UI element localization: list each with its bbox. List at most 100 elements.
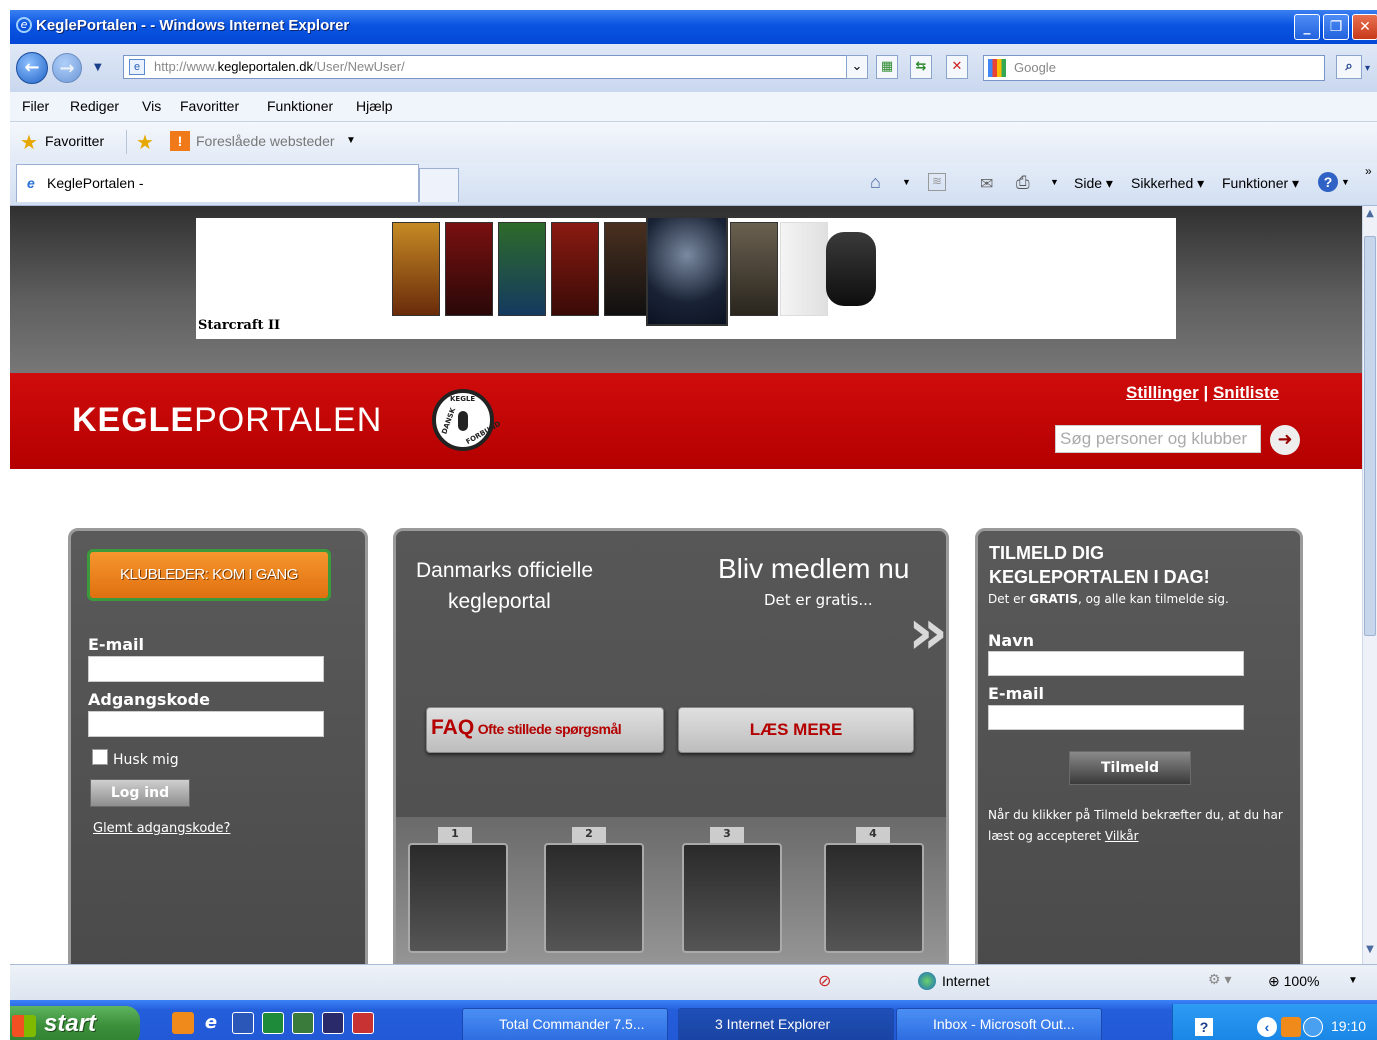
back-button[interactable]: ← — [16, 52, 48, 84]
help-dropdown-icon[interactable]: ▼ — [1341, 177, 1350, 187]
site-search-input[interactable]: Søg personer og klubber — [1055, 425, 1261, 453]
controller-image — [826, 232, 876, 306]
excel-quicklaunch-icon[interactable] — [262, 1012, 284, 1034]
tab-title: KeglePortalen - — [47, 175, 144, 191]
task-internet-explorer[interactable]: 3 Internet Explorer — [678, 1008, 894, 1040]
mail-icon[interactable]: ✉ — [980, 174, 993, 194]
menu-vis[interactable]: Vis — [142, 98, 161, 114]
close-button[interactable]: ✕ — [1352, 14, 1377, 40]
remember-checkbox[interactable] — [92, 749, 108, 765]
tilmeld-button[interactable]: Tilmeld — [1069, 751, 1191, 785]
game-cover[interactable] — [730, 222, 778, 316]
read-more-button[interactable]: LÆS MERE — [678, 707, 914, 753]
new-tab-button[interactable] — [419, 168, 459, 202]
restore-button[interactable]: ❐ — [1323, 14, 1349, 40]
task-total-commander[interactable]: Total Commander 7.5... — [462, 1008, 668, 1040]
ie-quicklaunch-icon[interactable]: e — [200, 1012, 222, 1034]
menu-filer[interactable]: Filer — [22, 98, 49, 114]
search-engine-input[interactable]: Google — [983, 55, 1325, 81]
task-outlook-inbox[interactable]: Inbox - Microsoft Out... — [896, 1008, 1102, 1040]
name-label: Navn — [988, 631, 1035, 650]
klubleder-button[interactable]: KLUBLEDER: KOM I GANG — [87, 549, 331, 601]
lane-scoreboard — [682, 843, 782, 953]
status-bar: ⊘ Internet ⚙ ▾ ⊕ 100% ▼ — [10, 964, 1377, 1000]
game-cover[interactable] — [604, 222, 652, 316]
network-tray-icon[interactable] — [1303, 1017, 1323, 1037]
chevron-down-icon[interactable]: ▼ — [346, 135, 356, 146]
forward-button[interactable]: → — [52, 53, 82, 83]
home-dropdown-icon[interactable]: ▼ — [902, 177, 911, 187]
outlook-quicklaunch-icon[interactable] — [172, 1012, 194, 1034]
feeds-icon[interactable]: ≋ — [928, 173, 946, 191]
game-cover[interactable] — [498, 222, 546, 316]
command-side[interactable]: Side ▾ — [1074, 175, 1113, 192]
scroll-down-icon[interactable]: ▼ — [1364, 944, 1376, 960]
scroll-thumb[interactable] — [1364, 236, 1376, 636]
game-cover[interactable] — [392, 222, 440, 316]
search-icon[interactable]: ⌕ — [1336, 55, 1362, 79]
address-dropdown-icon[interactable]: ⌄ — [846, 55, 868, 79]
menu-hjaelp[interactable]: Hjælp — [356, 98, 393, 114]
add-favorite-icon[interactable]: ★ — [136, 130, 154, 155]
print-icon[interactable]: ⎙ — [1016, 173, 1030, 193]
privacy-icon[interactable]: ⊘ — [818, 971, 831, 991]
faq-button[interactable]: FAQ Ofte stillede spørgsmål — [426, 707, 664, 753]
menu-rediger[interactable]: Rediger — [70, 98, 119, 114]
refresh-icon[interactable]: ⇆ — [910, 55, 932, 79]
print-dropdown-icon[interactable]: ▼ — [1050, 177, 1059, 187]
lane-number: 4 — [856, 827, 890, 843]
signup-name-field[interactable] — [988, 651, 1244, 676]
suggested-sites-icon: ! — [170, 131, 190, 151]
more-commands-icon[interactable]: » — [1365, 164, 1372, 178]
header-links: Stillinger | Snitliste — [1126, 383, 1279, 403]
signup-email-field[interactable] — [988, 705, 1244, 730]
save-quicklaunch-icon[interactable] — [322, 1012, 344, 1034]
minimize-button[interactable]: _ — [1294, 14, 1320, 40]
tab-kegleportalen[interactable]: e KeglePortalen - — [16, 164, 419, 202]
join-title: Bliv medlem nu — [718, 553, 910, 584]
command-funktioner[interactable]: Funktioner ▾ — [1222, 175, 1299, 192]
search-go-icon[interactable]: ➜ — [1270, 425, 1300, 455]
protected-mode-icon[interactable]: ⚙ ▾ — [1208, 971, 1231, 988]
forgot-password-link[interactable]: Glemt adgangskode? — [93, 821, 230, 836]
zoom-dropdown-icon[interactable]: ▼ — [1348, 975, 1358, 986]
stillinger-link[interactable]: Stillinger — [1126, 383, 1199, 402]
history-dropdown-icon[interactable]: ▼ — [94, 62, 102, 73]
help-icon[interactable]: ? — [1318, 172, 1338, 192]
terms-link[interactable]: Vilkår — [1105, 829, 1139, 843]
zoom-control[interactable]: ⊕ 100% — [1268, 973, 1319, 990]
login-password-field[interactable] — [88, 711, 324, 737]
snitliste-link[interactable]: Snitliste — [1213, 383, 1279, 402]
command-sikkerhed[interactable]: Sikkerhed ▾ — [1131, 175, 1204, 192]
games-ad[interactable]: Starcraft II — [196, 216, 1176, 339]
favorites-button[interactable]: Favoritter — [45, 133, 104, 149]
scroll-up-icon[interactable]: ▲ — [1364, 208, 1376, 224]
expand-tray-icon[interactable]: ‹ — [1257, 1017, 1277, 1037]
compatibility-icon[interactable]: ▦ — [876, 55, 898, 79]
site-logo[interactable]: KEGLEPORTALEN — [72, 401, 382, 440]
menu-favoritter[interactable]: Favoritter — [180, 98, 239, 114]
outlook-tray-icon[interactable] — [1281, 1017, 1301, 1037]
suggested-sites-link[interactable]: Foreslåede websteder — [196, 133, 335, 149]
address-input[interactable]: e http://www.kegleportalen.dk/User/NewUs… — [123, 55, 868, 79]
vertical-scrollbar[interactable]: ▲ ▼ — [1362, 206, 1377, 964]
login-email-field[interactable] — [88, 656, 324, 682]
search-options-icon[interactable]: ▾ — [1365, 63, 1370, 74]
clock[interactable]: 19:10 — [1331, 1018, 1366, 1034]
menu-funktioner[interactable]: Funktioner — [267, 98, 333, 114]
stop-icon[interactable]: ✕ — [946, 55, 968, 79]
menu-bar: Filer Rediger Vis Favoritter Funktioner … — [10, 92, 1377, 122]
game-cover[interactable] — [445, 222, 493, 316]
home-icon[interactable]: ⌂ — [870, 172, 881, 193]
double-chevron-icon[interactable]: » — [908, 601, 948, 663]
game-cover[interactable] — [551, 222, 599, 316]
console-image[interactable] — [780, 222, 828, 316]
help-tray-icon[interactable]: ? — [1195, 1018, 1213, 1036]
word-quicklaunch-icon[interactable] — [232, 1012, 254, 1034]
start-button[interactable]: start — [10, 1006, 140, 1040]
login-button[interactable]: Log ind — [90, 779, 190, 807]
zone-label: Internet — [942, 973, 990, 989]
app-quicklaunch-icon[interactable] — [352, 1012, 374, 1034]
publisher-quicklaunch-icon[interactable] — [292, 1012, 314, 1034]
starcraft-cover[interactable] — [646, 216, 728, 326]
